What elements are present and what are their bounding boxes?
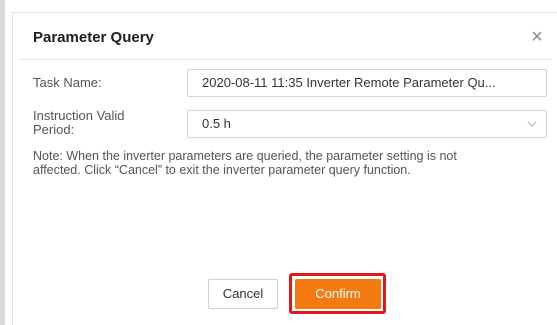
note-text: Note: When the inverter parameters are q… [33,149,543,177]
task-name-label: Task Name: [33,75,102,90]
note-line-1: Note: When the inverter parameters are q… [33,149,457,163]
title-divider [19,59,551,60]
valid-period-label-line2: Period: [33,122,75,137]
close-icon[interactable]: × [527,27,547,47]
chevron-down-icon [527,121,537,127]
valid-period-label-line1: Instruction Valid [33,108,125,123]
confirm-button[interactable]: Confirm [295,279,381,309]
screenshot-frame: Parameter Query × Task Name: 2020-08-11 … [0,0,557,325]
parameter-query-dialog: Parameter Query × Task Name: 2020-08-11 … [12,12,557,325]
background-window-edge [0,0,5,325]
valid-period-select[interactable]: 0.5 h [187,110,547,138]
valid-period-value: 0.5 h [202,116,231,131]
task-name-field[interactable]: 2020-08-11 11:35 Inverter Remote Paramet… [187,69,547,97]
note-line-2: affected. Click “Cancel” to exit the inv… [33,163,411,177]
valid-period-label: Instruction Valid Period: [33,109,125,137]
cancel-button[interactable]: Cancel [208,279,278,309]
dialog-title: Parameter Query [33,29,154,46]
